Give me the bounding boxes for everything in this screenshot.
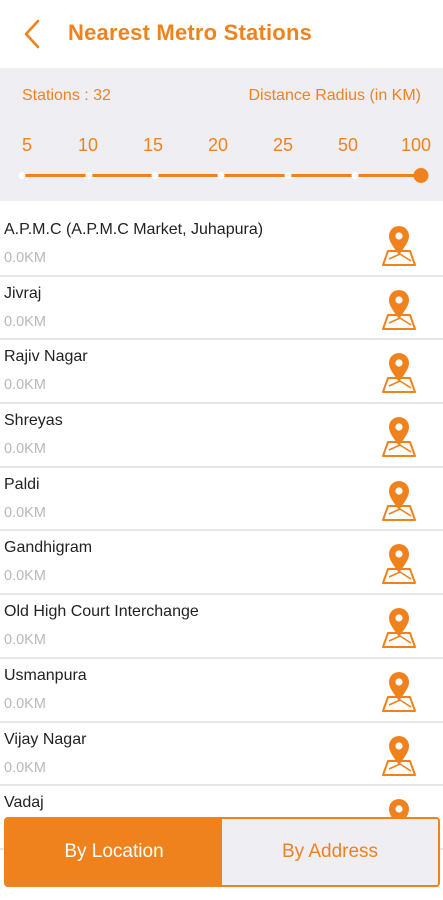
station-distance: 0.0KM bbox=[4, 441, 46, 458]
station-row[interactable]: Vijay Nagar 0.0KM bbox=[0, 723, 443, 787]
station-row[interactable]: Old High Court Interchange 0.0KM bbox=[0, 595, 443, 659]
by-location-button[interactable]: By Location bbox=[6, 819, 222, 885]
station-row[interactable]: Gandhigram 0.0KM bbox=[0, 531, 443, 596]
station-distance: 0.0KM bbox=[4, 695, 46, 712]
station-row[interactable]: Paldi 0.0KM bbox=[0, 468, 443, 532]
station-name: Rajiv Nagar bbox=[4, 348, 88, 366]
radius-tick-label[interactable]: 50 bbox=[338, 135, 358, 156]
radius-slider-step[interactable] bbox=[18, 172, 26, 179]
station-name: Vijay Nagar bbox=[4, 730, 87, 748]
app-header: Nearest Metro Stations bbox=[0, 0, 443, 68]
map-pin-icon[interactable] bbox=[378, 669, 420, 713]
map-pin-icon[interactable] bbox=[378, 350, 420, 394]
chevron-left-icon bbox=[24, 19, 40, 49]
station-list[interactable]: A.P.M.C (A.P.M.C Market, Juhapura) 0.0KM… bbox=[0, 213, 443, 900]
station-row[interactable]: Usmanpura 0.0KM bbox=[0, 659, 443, 723]
page-title: Nearest Metro Stations bbox=[68, 20, 313, 45]
station-distance: 0.0KM bbox=[4, 568, 46, 585]
back-button[interactable] bbox=[14, 16, 50, 52]
radius-slider-thumb[interactable] bbox=[413, 168, 429, 183]
distance-filter-panel: Stations : 32 Distance Radius (in KM) 5 … bbox=[0, 68, 443, 201]
station-name: A.P.M.C (A.P.M.C Market, Juhapura) bbox=[4, 221, 264, 238]
radius-slider-step[interactable] bbox=[85, 172, 93, 179]
radius-tick-label[interactable]: 25 bbox=[273, 135, 293, 156]
station-distance: 0.0KM bbox=[4, 504, 46, 521]
station-row[interactable]: A.P.M.C (A.P.M.C Market, Juhapura) 0.0KM bbox=[0, 213, 443, 277]
station-name: Paldi bbox=[4, 475, 40, 493]
station-row[interactable]: Rajiv Nagar 0.0KM bbox=[0, 340, 443, 405]
station-distance: 0.0KM bbox=[4, 759, 46, 776]
map-pin-icon[interactable] bbox=[378, 287, 420, 331]
radius-tick-label[interactable]: 5 bbox=[22, 135, 32, 156]
stations-count: Stations : 32 bbox=[22, 87, 111, 104]
map-pin-icon[interactable] bbox=[378, 605, 420, 649]
radius-slider-step[interactable] bbox=[351, 172, 359, 179]
radius-tick-label[interactable]: 10 bbox=[78, 135, 98, 156]
station-row[interactable]: Shreyas 0.0KM bbox=[0, 404, 443, 468]
station-name: Shreyas bbox=[4, 412, 63, 430]
station-row[interactable]: Jivraj 0.0KM bbox=[0, 277, 443, 341]
station-name: Gandhigram bbox=[4, 539, 93, 557]
radius-tick-label[interactable]: 100 bbox=[401, 135, 431, 156]
map-pin-icon[interactable] bbox=[378, 223, 420, 267]
radius-slider-step[interactable] bbox=[284, 172, 292, 179]
station-name: Usmanpura bbox=[4, 666, 87, 684]
map-pin-icon[interactable] bbox=[378, 541, 420, 585]
radius-slider-step[interactable] bbox=[151, 172, 159, 179]
app-screen: Nearest Metro Stations Stations : 32 Dis… bbox=[0, 0, 443, 900]
radius-tick-label[interactable]: 20 bbox=[208, 135, 228, 156]
station-name: Old High Court Interchange bbox=[4, 603, 199, 621]
station-distance: 0.0KM bbox=[4, 377, 46, 394]
station-distance: 0.0KM bbox=[4, 313, 46, 330]
station-distance: 0.0KM bbox=[4, 632, 46, 649]
distance-radius-label: Distance Radius (in KM) bbox=[248, 87, 422, 104]
radius-slider-step[interactable] bbox=[217, 172, 225, 179]
map-pin-icon[interactable] bbox=[378, 733, 420, 777]
radius-tick-label[interactable]: 15 bbox=[143, 135, 163, 156]
station-name: Vadaj bbox=[4, 794, 44, 812]
search-mode-toggle: By Location By Address bbox=[4, 817, 440, 887]
map-pin-icon[interactable] bbox=[378, 414, 420, 458]
by-address-button[interactable]: By Address bbox=[222, 819, 438, 885]
map-pin-icon[interactable] bbox=[378, 478, 420, 522]
station-distance: 0.0KM bbox=[4, 250, 46, 266]
station-name: Jivraj bbox=[4, 284, 42, 302]
